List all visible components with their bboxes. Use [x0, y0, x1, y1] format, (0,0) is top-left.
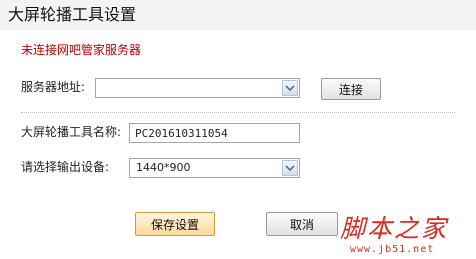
connect-button[interactable]: 连接 [321, 78, 381, 100]
watermark: 脚本之家 www.jb51.net [340, 214, 476, 259]
window-title: 大屏轮播工具设置 [8, 5, 137, 24]
output-device-value: 1440*900 [136, 161, 191, 174]
tool-name-label: 大屏轮播工具名称: [21, 125, 122, 139]
server-address-combo[interactable] [95, 78, 300, 98]
chevron-down-icon[interactable] [282, 160, 298, 176]
chevron-down-icon[interactable] [282, 80, 298, 96]
title-bar[interactable]: 大屏轮播工具设置 [0, 0, 476, 30]
watermark-url: www.jb51.net [350, 244, 435, 255]
save-settings-button[interactable]: 保存设置 [135, 212, 215, 236]
server-address-label: 服务器地址: [21, 80, 86, 94]
output-device-label: 请选择输出设备: [21, 160, 110, 174]
output-device-select[interactable]: 1440*900 [129, 158, 300, 178]
watermark-brand: 脚本之家 [340, 214, 449, 243]
cancel-button[interactable]: 取消 [266, 212, 338, 236]
tool-name-input[interactable] [130, 124, 299, 142]
connection-status: 未连接网吧管家服务器 [21, 43, 142, 57]
section-divider [21, 112, 455, 113]
tool-name-field[interactable] [129, 123, 300, 143]
